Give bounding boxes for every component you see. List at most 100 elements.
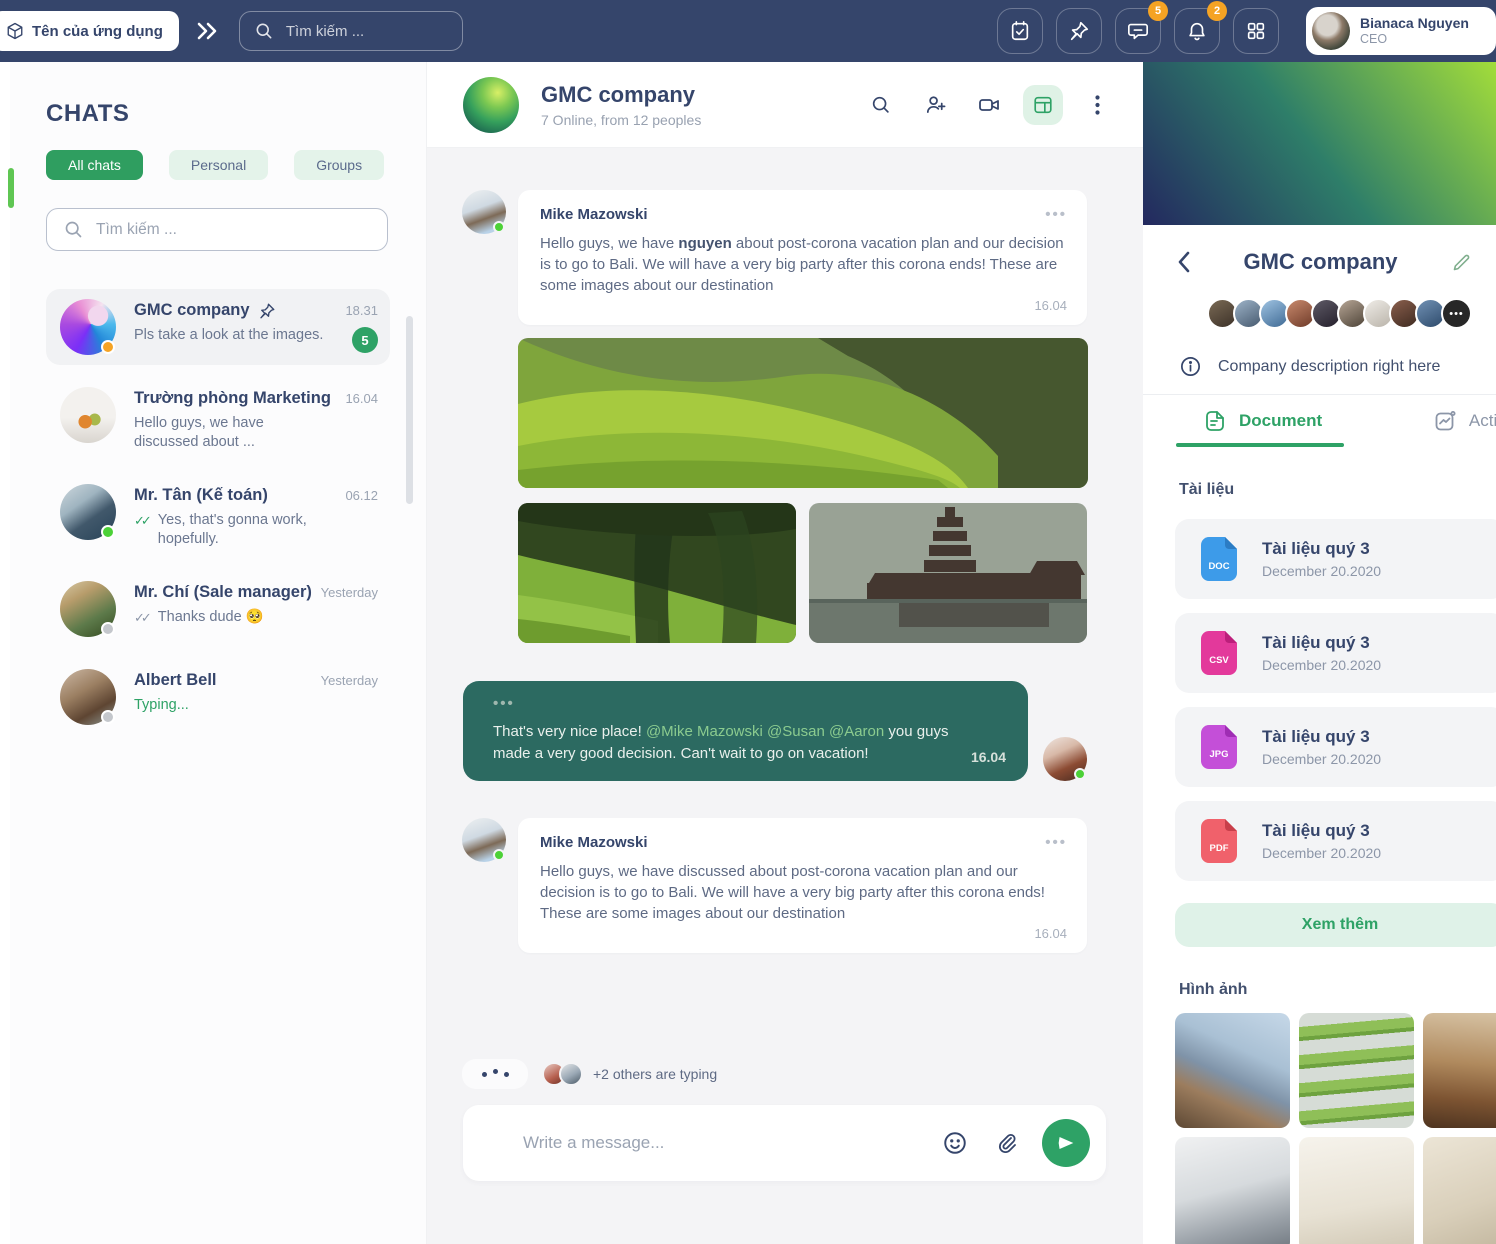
filter-tab-personal[interactable]: Personal: [169, 150, 268, 180]
unread-count-badge: 5: [352, 327, 378, 353]
tab-document[interactable]: Document: [1203, 409, 1322, 433]
add-member-button[interactable]: [915, 85, 955, 125]
mention-link[interactable]: @Aaron: [829, 723, 884, 740]
edit-group-button[interactable]: [1451, 252, 1472, 273]
message-time: 16.04: [971, 749, 1006, 765]
conversation-avatar: [463, 77, 519, 133]
message-card: Mike Mazowski ••• Hello guys, we have nguy…: [518, 190, 1087, 325]
message-options-button[interactable]: •••: [1045, 206, 1067, 223]
chat-list-item[interactable]: GMC companyPls take a look at the images…: [46, 289, 390, 365]
message-input-bar: [463, 1105, 1106, 1181]
chat-list-item[interactable]: Albert BellTyping...Yesterday: [46, 659, 390, 735]
notifications-button[interactable]: 2: [1174, 8, 1220, 54]
chat-avatar: [60, 484, 116, 540]
chat-timestamp: 16.04: [345, 391, 378, 406]
collapse-chevrons-icon[interactable]: [195, 21, 221, 41]
emoji-button[interactable]: [942, 1130, 968, 1156]
pinned-button[interactable]: [1056, 8, 1102, 54]
chat-timestamp: 06.12: [345, 488, 378, 503]
message-input[interactable]: [523, 1133, 916, 1153]
message-author-avatar: [1043, 737, 1087, 781]
chat-image-bali-temple[interactable]: [809, 503, 1087, 643]
app-menu-button[interactable]: Tên của ứng dụng: [0, 11, 179, 51]
layout-panel-icon: [1032, 94, 1054, 116]
message-options-button[interactable]: •••: [1045, 834, 1067, 851]
group-info-panel: GMC company ••• Company description righ…: [1143, 62, 1496, 1244]
status-dot: [101, 710, 115, 724]
images-section-label: Hình ảnh: [1179, 981, 1496, 999]
bell-icon: [1186, 20, 1208, 42]
shared-image-document-page[interactable]: [1299, 1137, 1414, 1244]
documents-section-label: Tài liệu: [1179, 481, 1496, 499]
chat-name: Mr. Tân (Kế toán): [134, 486, 268, 505]
see-more-button[interactable]: Xem thêm: [1175, 903, 1496, 947]
send-button[interactable]: [1042, 1119, 1090, 1167]
attach-button[interactable]: [994, 1131, 1018, 1155]
status-dot: [493, 221, 505, 233]
message-text: That's very nice place! @Mike Mazowski @…: [493, 721, 953, 765]
file-item[interactable]: CSVTài liệu quý 3December 20.2020: [1175, 613, 1496, 693]
more-members-button[interactable]: •••: [1441, 298, 1472, 329]
chat-list-item[interactable]: Trường phòng MarketingHello guys, we hav…: [46, 377, 390, 462]
filter-tab-groups[interactable]: Groups: [294, 150, 384, 180]
chat-avatar: [60, 669, 116, 725]
person-add-icon: [924, 93, 947, 116]
typing-indicator-row: +2 others are typing: [462, 1059, 1087, 1089]
own-message-bubble: ••• That's very nice place! @Mike Mazowsk…: [463, 681, 1028, 781]
filter-tab-all-chats[interactable]: All chats: [46, 150, 143, 180]
file-item[interactable]: JPGTài liệu quý 3December 20.2020: [1175, 707, 1496, 787]
chat-list-item[interactable]: Mr. Chí (Sale manager)✓✓Thanks dude 🥺Yes…: [46, 571, 390, 647]
message-scroll-area[interactable]: Mike Mazowski ••• Hello guys, we have nguy…: [427, 148, 1143, 1244]
toggle-info-panel-button[interactable]: [1023, 85, 1063, 125]
shared-image-office-building[interactable]: [1175, 1013, 1290, 1128]
chat-bubble-icon: [1127, 20, 1149, 42]
typing-avatars: [542, 1062, 583, 1086]
message-card: Mike Mazowski•••Hello guys, we have disc…: [518, 818, 1087, 953]
global-search-input[interactable]: [286, 23, 426, 40]
shared-image-workspace-desk[interactable]: [1175, 1137, 1290, 1244]
message-options-button[interactable]: •••: [493, 695, 515, 712]
sidebar-search-input[interactable]: [96, 221, 346, 239]
chat-image-rice-terraces[interactable]: [518, 503, 796, 643]
file-item[interactable]: DOCTài liệu quý 3December 20.2020: [1175, 519, 1496, 599]
mention-link[interactable]: @Mike Mazowski: [646, 723, 763, 740]
app-name-label: Tên của ứng dụng: [32, 23, 163, 40]
message-author: Mike Mazowski: [540, 206, 648, 223]
mention-link[interactable]: @Susan: [767, 723, 825, 740]
message-text: Hello guys, we have discussed about post…: [540, 861, 1067, 924]
user-profile-card[interactable]: Bianaca Nguyen CEO: [1306, 7, 1496, 55]
tasks-button[interactable]: [997, 8, 1043, 54]
active-tab-underline: [1176, 443, 1344, 447]
video-call-button[interactable]: [969, 85, 1009, 125]
chat-name: Albert Bell: [134, 671, 217, 690]
panel-tabs: Document Activities: [1143, 395, 1496, 447]
activity-chart-icon: [1433, 409, 1457, 433]
shared-image-meeting-room[interactable]: [1423, 1013, 1496, 1128]
read-receipt-icon: ✓✓: [134, 608, 152, 627]
conversation-search-button[interactable]: [861, 85, 901, 125]
top-navbar: Tên của ứng dụng 5: [0, 0, 1496, 62]
conversation-more-button[interactable]: [1077, 85, 1117, 125]
chat-list-item[interactable]: Mr. Tân (Kế toán)✓✓Yes, that's gonna wor…: [46, 474, 390, 559]
tab-activities[interactable]: Activities: [1433, 409, 1496, 433]
shared-image-report-charts[interactable]: [1423, 1137, 1496, 1244]
status-dot: [1074, 768, 1086, 780]
group-cover-banner: [1143, 62, 1496, 225]
sidebar-scrollbar[interactable]: [406, 316, 413, 504]
chat-image-green-hills[interactable]: [518, 338, 1088, 488]
message-row: Mike Mazowski•••Hello guys, we have disc…: [462, 818, 1087, 953]
file-list: DOCTài liệu quý 3December 20.2020 CSVTài…: [1143, 519, 1496, 881]
clipboard-check-icon: [1009, 20, 1031, 42]
conversation-subtitle: 7 Online, from 12 peoples: [541, 112, 701, 128]
shared-image-green-building[interactable]: [1299, 1013, 1414, 1128]
video-camera-icon: [977, 93, 1001, 117]
apps-grid-icon: [1245, 20, 1267, 42]
member-avatars-row: •••: [1143, 298, 1496, 329]
status-dot: [101, 525, 115, 539]
file-item[interactable]: PDFTài liệu quý 3December 20.2020: [1175, 801, 1496, 881]
apps-button[interactable]: [1233, 8, 1279, 54]
messages-button[interactable]: 5: [1115, 8, 1161, 54]
panel-back-button[interactable]: [1177, 251, 1190, 273]
file-type-icon-doc: DOC: [1198, 536, 1240, 582]
message-text: Hello guys, we have nguyen about post-co…: [540, 233, 1067, 296]
